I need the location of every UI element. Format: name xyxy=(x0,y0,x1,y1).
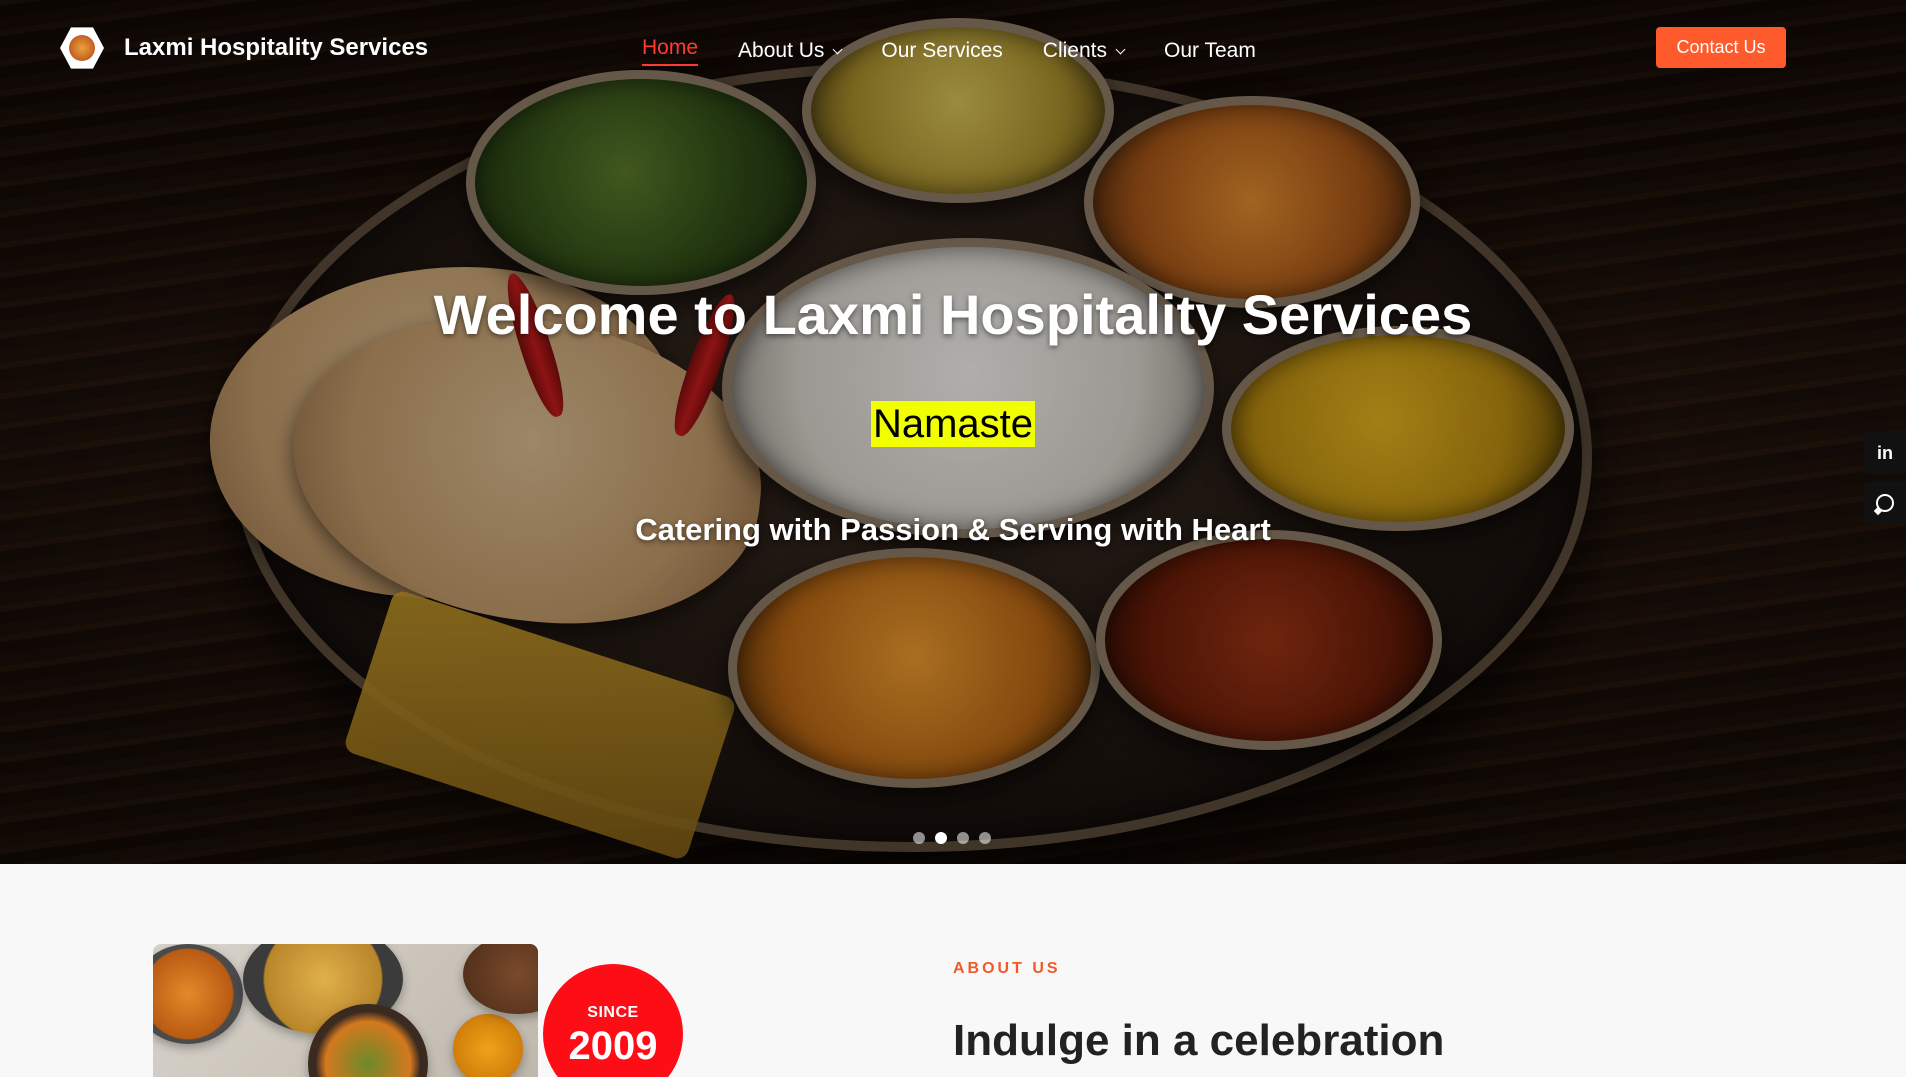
greeting-text: Namaste xyxy=(870,401,1036,447)
since-label: SINCE xyxy=(587,1004,639,1021)
carousel-dots xyxy=(913,832,991,844)
since-badge: SINCE 2009 xyxy=(543,964,683,1077)
nav-our-services[interactable]: Our Services xyxy=(881,36,1002,66)
nav-label: Our Team xyxy=(1164,39,1256,62)
hero-tagline: Catering with Passion & Serving with Hea… xyxy=(635,512,1271,547)
site-header: Laxmi Hospitality Services Home About Us O… xyxy=(0,0,1906,96)
carousel-dot-3[interactable] xyxy=(957,832,969,844)
hero-title: Welcome to Laxmi Hospitality Services xyxy=(433,283,1473,346)
chevron-down-icon xyxy=(1115,44,1126,54)
brand-name: Laxmi Hospitality Services xyxy=(124,34,429,61)
greeting-wrap: Namaste xyxy=(0,401,1906,447)
about-food-image xyxy=(153,944,538,1077)
brand-logo-link[interactable]: Laxmi Hospitality Services xyxy=(60,26,428,70)
carousel-dot-1[interactable] xyxy=(913,832,925,844)
contact-us-button[interactable]: Contact Us xyxy=(1656,27,1786,68)
nav-about-us[interactable]: About Us xyxy=(738,36,843,66)
whatsapp-button[interactable] xyxy=(1864,482,1906,524)
about-section: SINCE 2009 ABOUT US Indulge in a celebra… xyxy=(0,864,1906,1077)
main-nav: Home About Us Our Services Clients Our Team xyxy=(642,36,1256,66)
about-heading: Indulge in a celebration xyxy=(953,1016,1445,1065)
linkedin-button[interactable]: in xyxy=(1864,432,1906,474)
nav-label: Home xyxy=(642,36,699,59)
nav-our-team[interactable]: Our Team xyxy=(1164,36,1256,66)
nav-clients[interactable]: Clients xyxy=(1042,36,1126,66)
nav-home[interactable]: Home xyxy=(642,36,699,66)
about-kicker: ABOUT US xyxy=(953,960,1061,977)
social-sidebar: in xyxy=(1864,432,1906,524)
nav-label: Our Services xyxy=(881,39,1003,62)
chevron-down-icon xyxy=(832,44,843,54)
carousel-dot-4[interactable] xyxy=(979,832,991,844)
hero-section: Welcome to Laxmi Hospitality Services Na… xyxy=(0,0,1906,864)
since-year: 2009 xyxy=(568,1024,658,1068)
carousel-dot-2[interactable] xyxy=(935,832,947,844)
nav-label: Clients xyxy=(1042,39,1107,62)
linkedin-icon: in xyxy=(1877,442,1893,463)
logo-icon xyxy=(60,27,104,69)
nav-label: About Us xyxy=(738,39,825,62)
whatsapp-icon xyxy=(1876,494,1894,512)
